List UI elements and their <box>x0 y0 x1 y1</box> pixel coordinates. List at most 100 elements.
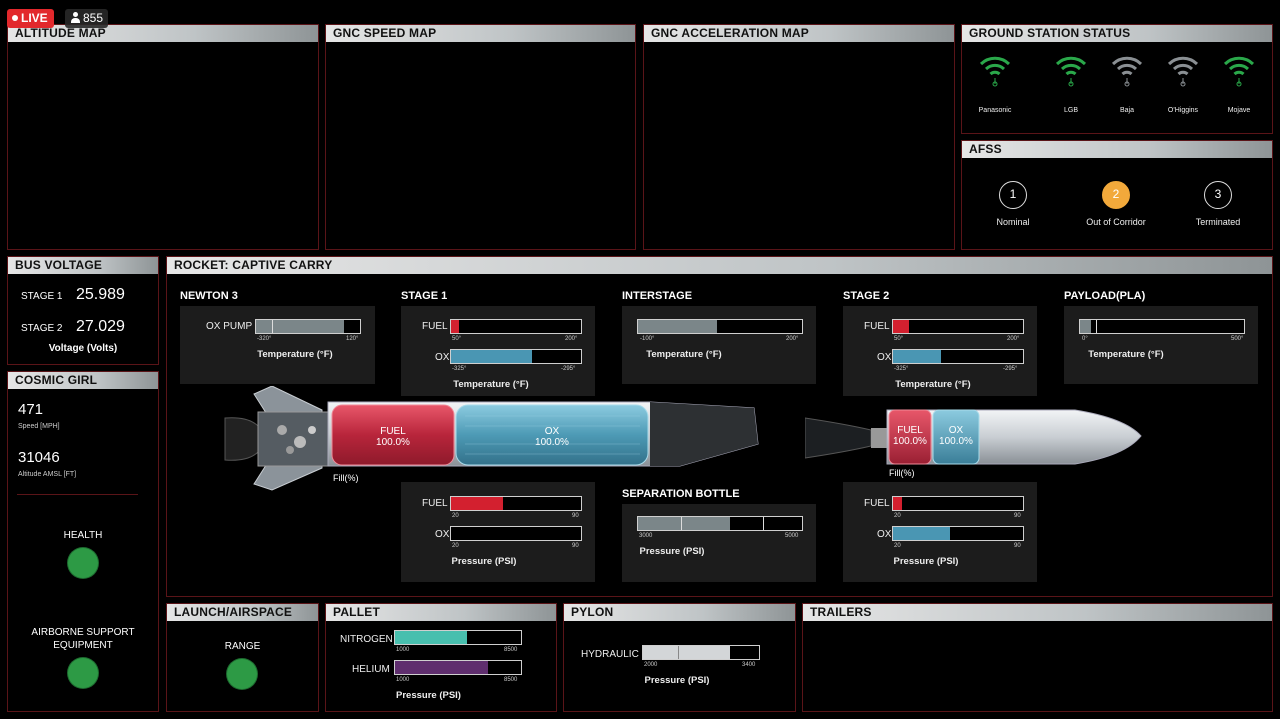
separation-bottle-mark-1 <box>680 517 682 530</box>
payload-title: PAYLOAD(PLA) <box>1064 290 1146 302</box>
helium-min: 1000 <box>396 677 410 683</box>
stage1-fuel-fill-pct: 100.0% <box>376 437 410 448</box>
stage2-temp-box: FUEL 50° 200° OX -325° -295° Temperature… <box>843 306 1037 396</box>
pallet-pressure-unit: Pressure (PSI) <box>396 690 461 701</box>
altitude-map-panel: ALTITUDE MAP <box>7 24 319 250</box>
rocket-header: ROCKET: CAPTIVE CARRY <box>167 257 1272 274</box>
trailers-panel: TRAILERS <box>802 603 1273 712</box>
wifi-signal-icon <box>1167 56 1199 87</box>
afss-state-circle: 3 <box>1204 181 1232 209</box>
ox-pump-min: -320° <box>257 336 272 342</box>
stage1-voltage-value: 25.989 <box>76 286 125 303</box>
hydraulic-min: 2000 <box>644 662 658 668</box>
gnc-speed-map-panel: GNC SPEED MAP <box>325 24 636 250</box>
stage2-fill-label: Fill(%) <box>889 468 915 478</box>
stage2-ox-pressure-min: 20 <box>894 543 901 549</box>
stage1-ox-pressure-bar <box>450 526 582 541</box>
stage1-voltage-label: STAGE 1 <box>21 291 63 302</box>
stage2-fuel-pressure-bar <box>892 496 1024 511</box>
stage1-fuel-fill-label: FUEL 100.0% <box>332 426 454 448</box>
stage1-fuel-pressure-min: 20 <box>452 513 459 519</box>
afss-state-label: Nominal <box>996 217 1030 227</box>
afss-panel: AFSS 1 Nominal 2 Out of Corridor 3 Terminated <box>961 140 1273 250</box>
voltage-unit-label: Voltage (Volts) <box>48 343 118 354</box>
wifi-signal-icon <box>979 56 1011 87</box>
helium-bar <box>394 660 522 675</box>
stage2-ox-pressure-bar <box>892 526 1024 541</box>
stage1-ox-fill-pct: 100.0% <box>535 437 569 448</box>
live-dot-icon <box>12 15 18 21</box>
helium-fill <box>395 661 489 674</box>
stage1-ox-temp-label: OX <box>435 352 450 363</box>
ox-pump-temp-fill <box>256 320 345 333</box>
gnc-speed-map-header: GNC SPEED MAP <box>326 25 635 42</box>
ground-station-name: LGB <box>1063 107 1078 114</box>
ground-station-name: Mojave <box>1227 107 1251 114</box>
payload-temp-bar <box>1079 319 1245 334</box>
interstage-temp-fill <box>638 320 717 333</box>
stage1-fuel-pressure-bar <box>450 496 582 511</box>
afss-state-label: Terminated <box>1195 217 1241 227</box>
stage2-fuel-fill-text: FUEL <box>897 425 923 436</box>
stage2-fuel-fill-pct: 100.0% <box>893 436 927 447</box>
helium-label: HELIUM <box>352 664 390 675</box>
ground-station-name: Baja <box>1119 107 1134 114</box>
bus-voltage-header: BUS VOLTAGE <box>8 257 158 274</box>
ground-station-4: Mojave <box>1214 51 1264 121</box>
pylon-pressure-unit: Pressure (PSI) <box>644 675 710 686</box>
separation-bottle-max: 5000 <box>785 533 799 539</box>
launch-airspace-panel: LAUNCH/AIRSPACE RANGE <box>166 603 319 712</box>
afss-state-circle: 2 <box>1102 181 1130 209</box>
stage2-ox-fill-label: OX 100.0% <box>933 425 979 447</box>
nitrogen-label: NITROGEN <box>340 634 393 645</box>
stage1-ox-fill-text: OX <box>544 426 560 437</box>
stage1-pressure-box: FUEL 20 90 OX 20 90 Pressure (PSI) <box>401 482 595 582</box>
stage2-pressure-unit: Pressure (PSI) <box>893 556 959 567</box>
nitrogen-min: 1000 <box>396 647 410 653</box>
speed-value: 471 <box>18 401 44 418</box>
stage2-fuel-pressure-label: FUEL <box>864 498 890 509</box>
stage1-ox-temp-bar <box>450 349 582 364</box>
nitrogen-fill <box>395 631 467 644</box>
stage1-fuel-pressure-fill <box>451 497 503 510</box>
ase-label-line2: EQUIPMENT <box>53 640 113 651</box>
gnc-acceleration-map-panel: GNC ACCELERATION MAP <box>643 24 955 250</box>
person-icon <box>70 12 80 23</box>
ase-indicator <box>68 658 98 688</box>
afss-state-circle: 1 <box>999 181 1027 209</box>
payload-temp-unit: Temperature (°F) <box>1088 349 1164 360</box>
stage1-ox-pressure-label: OX <box>435 529 450 540</box>
interstage-box: -100° 200° Temperature (°F) <box>622 306 816 384</box>
stage2-fuel-pressure-max: 90 <box>1014 513 1021 519</box>
ground-station-1: LGB <box>1046 51 1096 121</box>
pylon-panel: PYLON HYDRAULIC 2000 3400 Pressure (PSI) <box>563 603 796 712</box>
stage1-pressure-unit: Pressure (PSI) <box>451 556 517 567</box>
stage1-fuel-fill-text: FUEL <box>380 426 406 437</box>
hydraulic-fill <box>643 646 730 659</box>
range-label: RANGE <box>224 641 261 652</box>
stage2-fuel-pressure-fill <box>893 497 903 510</box>
separation-bottle-fill <box>638 517 730 530</box>
altitude-value: 31046 <box>18 449 60 466</box>
ox-pump-label: OX PUMP <box>206 321 253 332</box>
pallet-panel: PALLET NITROGEN 1000 8500 HELIUM 1000 85… <box>325 603 557 712</box>
stage2-voltage-value: 27.029 <box>76 318 125 335</box>
stage1-ox-temp-min: -325° <box>452 366 467 372</box>
separation-bottle-bar <box>637 516 803 531</box>
stage1-ox-pressure-max: 90 <box>572 543 579 549</box>
stage1-fuel-temp-fill <box>451 320 459 333</box>
viewer-count-value: 855 <box>83 11 104 25</box>
ground-station-3: O'Higgins <box>1158 51 1208 121</box>
ground-station-0: Panasonic <box>970 51 1020 121</box>
stage2-ox-pressure-label: OX <box>877 529 892 540</box>
payload-temp-fill <box>1080 320 1092 333</box>
stage1-ox-temp-fill <box>451 350 532 363</box>
stage1-fuel-temp-label: FUEL <box>422 321 448 332</box>
stage1-fuel-temp-bar <box>450 319 582 334</box>
stage2-ox-temp-bar <box>892 349 1024 364</box>
hydraulic-label: HYDRAULIC <box>581 649 639 660</box>
stage1-fuel-temp-min: 50° <box>452 336 462 342</box>
newton3-box: OX PUMP -320° 120° Temperature (°F) <box>180 306 375 384</box>
health-indicator <box>68 548 98 578</box>
launch-airspace-header: LAUNCH/AIRSPACE <box>167 604 318 621</box>
